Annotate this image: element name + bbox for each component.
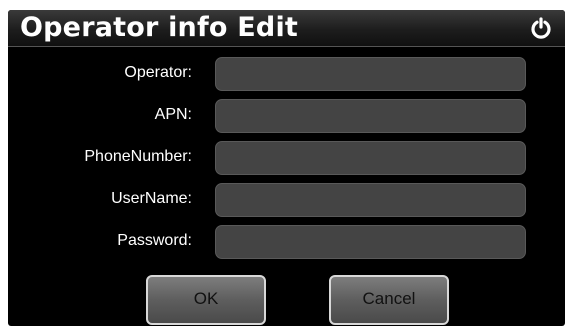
dialog-window: Operator info Edit Operator: APN: PhoneN… — [8, 10, 565, 326]
phonenumber-input[interactable] — [215, 141, 526, 175]
username-input[interactable] — [215, 183, 526, 217]
ok-button[interactable]: OK — [146, 275, 266, 325]
form-row-operator: Operator: — [8, 57, 565, 93]
power-icon[interactable] — [530, 17, 552, 39]
operator-label: Operator: — [124, 64, 192, 81]
form-row-phonenumber: PhoneNumber: — [8, 141, 565, 177]
cancel-button[interactable]: Cancel — [329, 275, 449, 325]
password-input[interactable] — [215, 225, 526, 259]
phonenumber-label: PhoneNumber: — [84, 148, 192, 165]
apn-input[interactable] — [215, 99, 526, 133]
form-row-password: Password: — [8, 225, 565, 261]
form-row-apn: APN: — [8, 99, 565, 135]
operator-input[interactable] — [215, 57, 526, 91]
dialog-title: Operator info Edit — [20, 12, 299, 43]
form-row-username: UserName: — [8, 183, 565, 219]
username-label: UserName: — [111, 190, 192, 207]
password-label: Password: — [117, 232, 192, 249]
title-bar: Operator info Edit — [8, 10, 565, 47]
apn-label: APN: — [154, 106, 192, 123]
